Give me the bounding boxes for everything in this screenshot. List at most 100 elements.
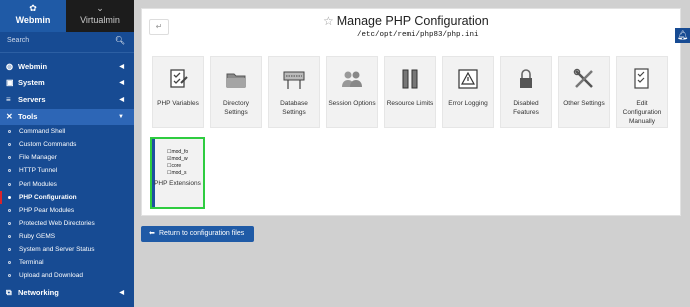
tab-virtualmin-label: Virtualmin: [80, 15, 120, 25]
return-arrow-icon: ↵: [155, 22, 163, 31]
sidebar-item-terminal[interactable]: Terminal: [0, 256, 134, 269]
chevron-down-icon: ⌄: [96, 3, 104, 13]
bullet-icon: [8, 143, 11, 146]
tools-icon: [559, 67, 609, 91]
bullet-icon: [8, 196, 11, 199]
chevron-left-icon: ◀: [119, 80, 124, 86]
bullet-icon: [8, 261, 11, 264]
chevron-left-icon: ◀: [119, 290, 124, 296]
sidebar-item-label: Custom Commands: [19, 141, 77, 148]
database-icon: [269, 67, 319, 91]
bullet-icon: [8, 130, 11, 133]
sidebar-item-label: File Manager: [19, 154, 57, 161]
sidebar-item-label: PHP Pear Modules: [19, 207, 75, 214]
sidebar-item-protected-web-directories[interactable]: Protected Web Directories: [0, 217, 134, 230]
tile-directory-settings[interactable]: Directory Settings: [210, 56, 262, 128]
sidebar-item-php-pear-modules[interactable]: PHP Pear Modules: [0, 204, 134, 217]
bullet-icon: [8, 222, 11, 225]
back-button[interactable]: ↵: [149, 19, 169, 35]
chevron-left-icon: ◀: [119, 97, 124, 103]
sidebar-item-label: HTTP Tunnel: [19, 167, 58, 174]
bullet-icon: [8, 169, 11, 172]
sidebar-item-ruby-gems[interactable]: Ruby GEMS: [0, 230, 134, 243]
sidebar-item-perl-modules[interactable]: Perl Modules: [0, 178, 134, 191]
sidebar-item-http-tunnel[interactable]: HTTP Tunnel: [0, 164, 134, 177]
star-icon[interactable]: ☆: [323, 14, 334, 28]
tab-webmin-label: Webmin: [15, 15, 51, 25]
active-marker: [0, 191, 2, 204]
page-title-text: Manage PHP Configuration: [336, 14, 489, 28]
extension-preview: mod_w: [171, 156, 188, 162]
folder-icon: [211, 67, 261, 91]
category-servers[interactable]: ≡ Servers ◀: [0, 92, 134, 108]
category-webmin[interactable]: ◍ Webmin ◀: [0, 59, 134, 75]
tile-label: Disabled Features: [513, 100, 539, 116]
limits-icon: [385, 67, 435, 91]
category-tools[interactable]: ✕ Tools ▼: [0, 109, 134, 125]
webmin-logo-icon: ✿: [29, 3, 37, 13]
users-icon: [327, 67, 377, 91]
extension-preview: mod_fo: [171, 149, 189, 155]
notifications-bell-icon[interactable]: 🔔︎: [675, 28, 690, 43]
tab-webmin[interactable]: ✿ Webmin: [0, 0, 66, 32]
tile-disabled-features[interactable]: Disabled Features: [500, 56, 552, 128]
category-networking[interactable]: ⧉ Networking ◀: [0, 285, 134, 301]
sidebar-item-label: Ruby GEMS: [19, 233, 56, 240]
system-icon: ▣: [6, 78, 14, 87]
sidebar-item-php-configuration[interactable]: PHP Configuration: [0, 191, 134, 204]
tile-php-variables[interactable]: PHP Variables: [152, 56, 204, 128]
tile-label: Session Options: [328, 100, 376, 107]
config-file-path: /etc/opt/remi/php83/php.ini: [357, 31, 479, 39]
sidebar-item-label: Perl Modules: [19, 181, 57, 188]
sidebar-item-upload-and-download[interactable]: Upload and Download: [0, 269, 134, 282]
extension-preview: core: [171, 163, 182, 169]
network-icon: ⧉: [6, 288, 12, 297]
main-panel: ↵ ☆ Manage PHP Configuration /etc/opt/rem…: [141, 8, 681, 216]
search-input[interactable]: Search 🔍︎: [0, 32, 134, 53]
sidebar-item-label: System and Server Status: [19, 246, 95, 253]
warning-icon: [443, 67, 493, 91]
sidebar-item-file-manager[interactable]: File Manager: [0, 151, 134, 164]
category-system-label: System: [18, 78, 45, 87]
tile-error-logging[interactable]: Error Logging: [442, 56, 494, 128]
tile-label: PHP Extensions: [154, 180, 201, 187]
bullet-icon: [8, 209, 11, 212]
selection-marker: [152, 139, 155, 207]
chevron-down-icon: ▼: [118, 114, 124, 120]
sidebar-item-label: PHP Configuration: [19, 194, 77, 201]
tile-session-options[interactable]: Session Options: [326, 56, 378, 128]
tile-php-extensions[interactable]: ☐mod_fo ☑mod_w ☐core ☐mod_s PHP Extensio…: [150, 137, 205, 209]
tile-edit-configuration-manually[interactable]: Edit Configuration Manually: [616, 56, 668, 128]
sidebar-item-system-and-server-status[interactable]: System and Server Status: [0, 243, 134, 256]
bullet-icon: [8, 183, 11, 186]
webmin-icon: ◍: [6, 62, 13, 71]
sidebar-item-command-shell[interactable]: Command Shell: [0, 125, 134, 138]
sidebar-item-custom-commands[interactable]: Custom Commands: [0, 138, 134, 151]
sidebar-item-label: Terminal: [19, 259, 44, 266]
product-tabs: ✿ Webmin ⌄ Virtualmin: [0, 0, 134, 32]
tile-label: Resource Limits: [386, 100, 434, 107]
wrench-icon: ✕: [6, 112, 13, 121]
category-servers-label: Servers: [18, 95, 46, 104]
extensions-list-icon: ☐mod_fo ☑mod_w ☐core ☐mod_s: [167, 149, 189, 176]
search-icon[interactable]: 🔍︎: [115, 36, 125, 45]
tile-resource-limits[interactable]: Resource Limits: [384, 56, 436, 128]
sidebar-item-label: Upload and Download: [19, 272, 83, 279]
bullet-icon: [8, 235, 11, 238]
category-networking-label: Networking: [18, 288, 59, 297]
sidebar: ✿ Webmin ⌄ Virtualmin Search 🔍︎ ◍ Webmin…: [0, 0, 134, 307]
tile-label: Edit Configuration Manually: [622, 100, 662, 125]
edit-form-icon: [153, 67, 203, 91]
tile-other-settings[interactable]: Other Settings: [558, 56, 610, 128]
category-system[interactable]: ▣ System ◀: [0, 75, 134, 91]
category-tools-label: Tools: [18, 112, 38, 121]
sidebar-item-label: Protected Web Directories: [19, 220, 95, 227]
category-webmin-label: Webmin: [18, 62, 48, 71]
page-title: ☆ Manage PHP Configuration: [323, 14, 489, 28]
bullet-icon: [8, 156, 11, 159]
tab-virtualmin[interactable]: ⌄ Virtualmin: [66, 0, 134, 32]
extension-preview: mod_s: [171, 170, 187, 176]
return-button[interactable]: ⬅ Return to configuration files: [141, 226, 254, 242]
bullet-icon: [8, 248, 11, 251]
tile-database-settings[interactable]: Database Settings: [268, 56, 320, 128]
